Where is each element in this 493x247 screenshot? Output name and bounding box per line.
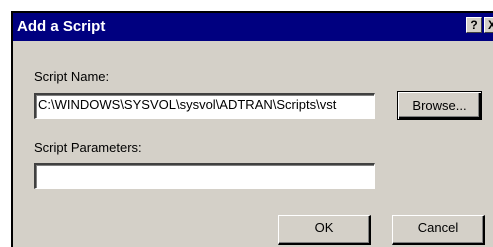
- script-name-input[interactable]: C:\WINDOWS\SYSVOL\sysvol\ADTRAN\Scripts\…: [34, 93, 375, 119]
- close-button[interactable]: X: [484, 17, 493, 33]
- add-script-dialog: Add a Script ? X Script Name: C:\WINDOWS…: [11, 11, 493, 247]
- browse-button[interactable]: Browse...: [397, 91, 482, 120]
- script-name-label: Script Name:: [34, 69, 110, 84]
- ok-button[interactable]: OK: [278, 215, 371, 245]
- script-parameters-label: Script Parameters:: [34, 140, 142, 155]
- script-parameters-input[interactable]: [34, 163, 375, 189]
- help-button[interactable]: ?: [466, 17, 482, 33]
- cancel-button[interactable]: Cancel: [392, 215, 485, 245]
- dialog-title: Add a Script: [17, 18, 106, 35]
- title-bar[interactable]: Add a Script ? X: [13, 13, 493, 41]
